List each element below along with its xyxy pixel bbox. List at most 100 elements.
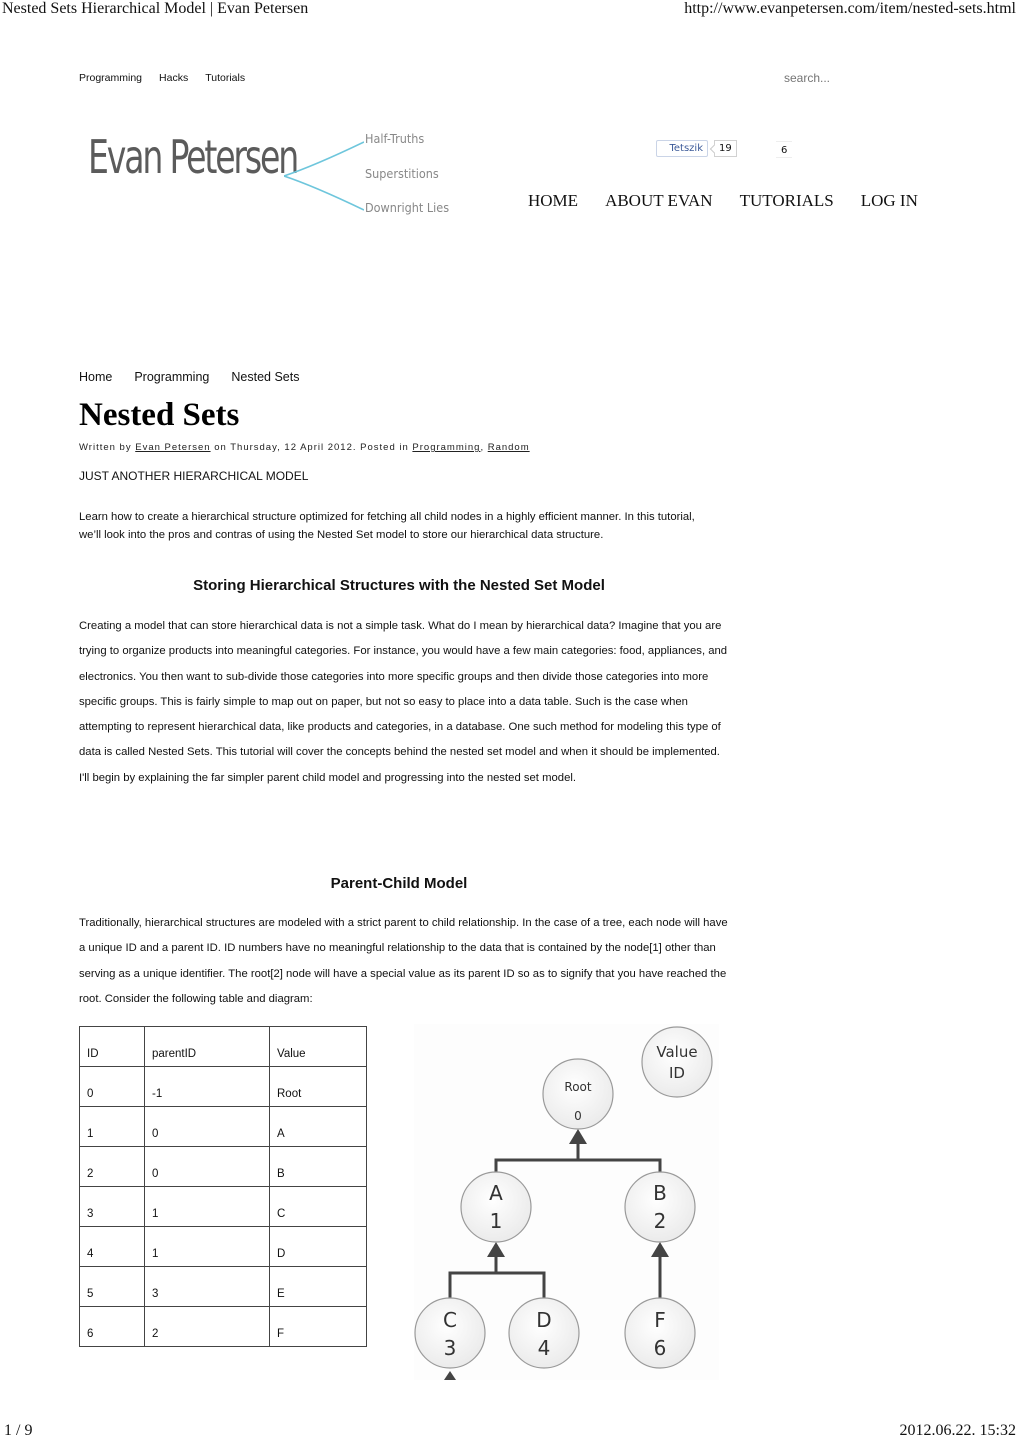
table-cell: F <box>269 1306 367 1347</box>
page-title: Nested Sets <box>79 397 240 433</box>
tree-node-b: B 2 <box>624 1171 696 1243</box>
tweet-count: 6 <box>776 141 793 158</box>
nav-about-evan[interactable]: ABOUT EVAN <box>605 191 713 211</box>
node-value: Root <box>564 1080 591 1094</box>
legend-node: Value ID <box>641 1026 713 1098</box>
table-cell: 3 <box>144 1266 270 1307</box>
section-paragraph-nested-set: Creating a model that can store hierarch… <box>79 620 728 784</box>
site-logo[interactable]: Evan Petersen Half-Truths Superstitions … <box>88 122 468 220</box>
table-header: Value <box>269 1026 367 1067</box>
byline-date: on Thursday, 12 April 2012. Posted in <box>210 442 413 453</box>
node-id: 4 <box>538 1336 551 1360</box>
node-id: 2 <box>654 1209 667 1233</box>
logo-name: Evan Petersen <box>88 130 299 184</box>
node-value: A <box>489 1181 503 1205</box>
table-header: parentID <box>144 1026 270 1067</box>
table-cell: 1 <box>144 1226 270 1267</box>
like-button[interactable]: Tetszik <box>656 140 708 157</box>
breadcrumb-home[interactable]: Home <box>79 370 112 384</box>
node-id: 0 <box>574 1109 582 1123</box>
category-link-programming[interactable]: Programming <box>412 442 480 453</box>
tree-node-a: A 1 <box>460 1171 532 1243</box>
table-cell: 0 <box>144 1146 270 1187</box>
byline: Written by Evan Petersen on Thursday, 12… <box>79 442 530 453</box>
table-row: 0 -1 Root <box>79 1066 367 1107</box>
pdf-timestamp: 2012.06.22. 15:32 <box>899 1422 1016 1439</box>
table-cell: 1 <box>79 1106 145 1147</box>
breadcrumb-programming[interactable]: Programming <box>134 370 209 384</box>
node-value: F <box>654 1308 666 1332</box>
logo-branch-icon <box>284 141 364 211</box>
topnav-tutorials[interactable]: Tutorials <box>205 72 245 84</box>
nav-log-in[interactable]: LOG IN <box>861 191 918 211</box>
search-input[interactable] <box>784 71 904 85</box>
category-link-random[interactable]: Random <box>488 442 530 453</box>
table-header-row: ID parentID Value <box>79 1026 367 1067</box>
section-heading-nested-set: Storing Hierarchical Structures with the… <box>193 577 605 594</box>
tree-diagram: Value ID Root 0 A 1 B 2 C 3 D 4 F 6 <box>414 1024 719 1380</box>
tree-node-d: D 4 <box>508 1297 580 1369</box>
table-cell: 2 <box>79 1146 145 1187</box>
logo-tagline-1: Half-Truths <box>365 131 425 146</box>
legend-value-label: Value <box>656 1043 697 1061</box>
arrow-to-a-icon <box>487 1242 505 1257</box>
logo-tagline-2: Superstitions <box>365 166 439 181</box>
node-value: B <box>653 1181 667 1205</box>
arrow-to-b-icon <box>651 1242 669 1257</box>
table-row: 62F <box>79 1306 367 1347</box>
table-cell: D <box>269 1226 367 1267</box>
arrow-from-e-icon <box>444 1371 456 1380</box>
table-header: ID <box>79 1026 145 1067</box>
tree-node-f: F 6 <box>624 1297 696 1369</box>
table-cell: 0 <box>144 1106 270 1147</box>
parent-child-table: ID parentID Value 0 -1 Root 10A 20B 31C 41… <box>79 1026 367 1347</box>
breadcrumb-current: Nested Sets <box>231 370 300 384</box>
tree-diagram-svg: Value ID Root 0 A 1 B 2 C 3 D 4 F 6 <box>414 1026 713 1380</box>
table-row: 53E <box>79 1266 367 1307</box>
table-row: 41D <box>79 1226 367 1267</box>
node-id: 1 <box>490 1209 503 1233</box>
arrow-to-root-icon <box>569 1129 587 1144</box>
table-cell: 4 <box>79 1226 145 1267</box>
table-cell: -1 <box>144 1066 270 1107</box>
topnav-hacks[interactable]: Hacks <box>159 72 188 84</box>
nav-tutorials[interactable]: TUTORIALS <box>740 191 834 211</box>
facebook-like-widget: Tetszik 19 <box>656 140 737 157</box>
table-row: 31C <box>79 1186 367 1227</box>
author-link[interactable]: Evan Petersen <box>135 442 210 453</box>
pdf-page-indicator: 1 / 9 <box>4 1422 33 1439</box>
table-cell: 6 <box>79 1306 145 1347</box>
table-cell: Root <box>269 1066 367 1107</box>
node-id: 3 <box>444 1336 457 1360</box>
table-cell: 1 <box>144 1186 270 1227</box>
node-value: C <box>443 1308 457 1332</box>
pdf-header-url: http://www.evanpetersen.com/item/nested-… <box>684 0 1016 17</box>
table-row: 10A <box>79 1106 367 1147</box>
node-value: D <box>536 1308 551 1332</box>
logo-tagline-3: Downright Lies <box>365 200 450 215</box>
section-heading-parent-child: Parent-Child Model <box>330 875 468 892</box>
nav-home[interactable]: HOME <box>528 191 578 211</box>
article-subtitle: JUST ANOTHER HIERARCHICAL MODEL <box>79 469 309 483</box>
main-nav: HOME ABOUT EVAN TUTORIALS LOG IN <box>528 191 918 211</box>
connector-root <box>494 1142 662 1174</box>
table-cell: C <box>269 1186 367 1227</box>
intro-paragraph: Learn how to create a hierarchical struc… <box>79 511 695 541</box>
table-cell: 0 <box>79 1066 145 1107</box>
table-cell: 2 <box>144 1306 270 1347</box>
section-paragraph-parent-child: Traditionally, hierarchical structures a… <box>79 917 728 1005</box>
byline-prefix: Written by <box>79 442 136 453</box>
topnav-programming[interactable]: Programming <box>79 72 142 84</box>
connector-a <box>448 1255 546 1299</box>
top-nav: Programming Hacks Tutorials <box>79 72 245 84</box>
tree-node-root: Root 0 <box>542 1058 614 1130</box>
byline-separator: , <box>480 442 488 453</box>
table-cell: 5 <box>79 1266 145 1307</box>
table-cell: 3 <box>79 1186 145 1227</box>
legend-id-label: ID <box>669 1064 685 1082</box>
table-cell: E <box>269 1266 367 1307</box>
node-id: 6 <box>654 1336 667 1360</box>
tree-node-c: C 3 <box>414 1297 486 1369</box>
table-cell: B <box>269 1146 367 1187</box>
breadcrumb: Home Programming Nested Sets <box>79 370 299 384</box>
